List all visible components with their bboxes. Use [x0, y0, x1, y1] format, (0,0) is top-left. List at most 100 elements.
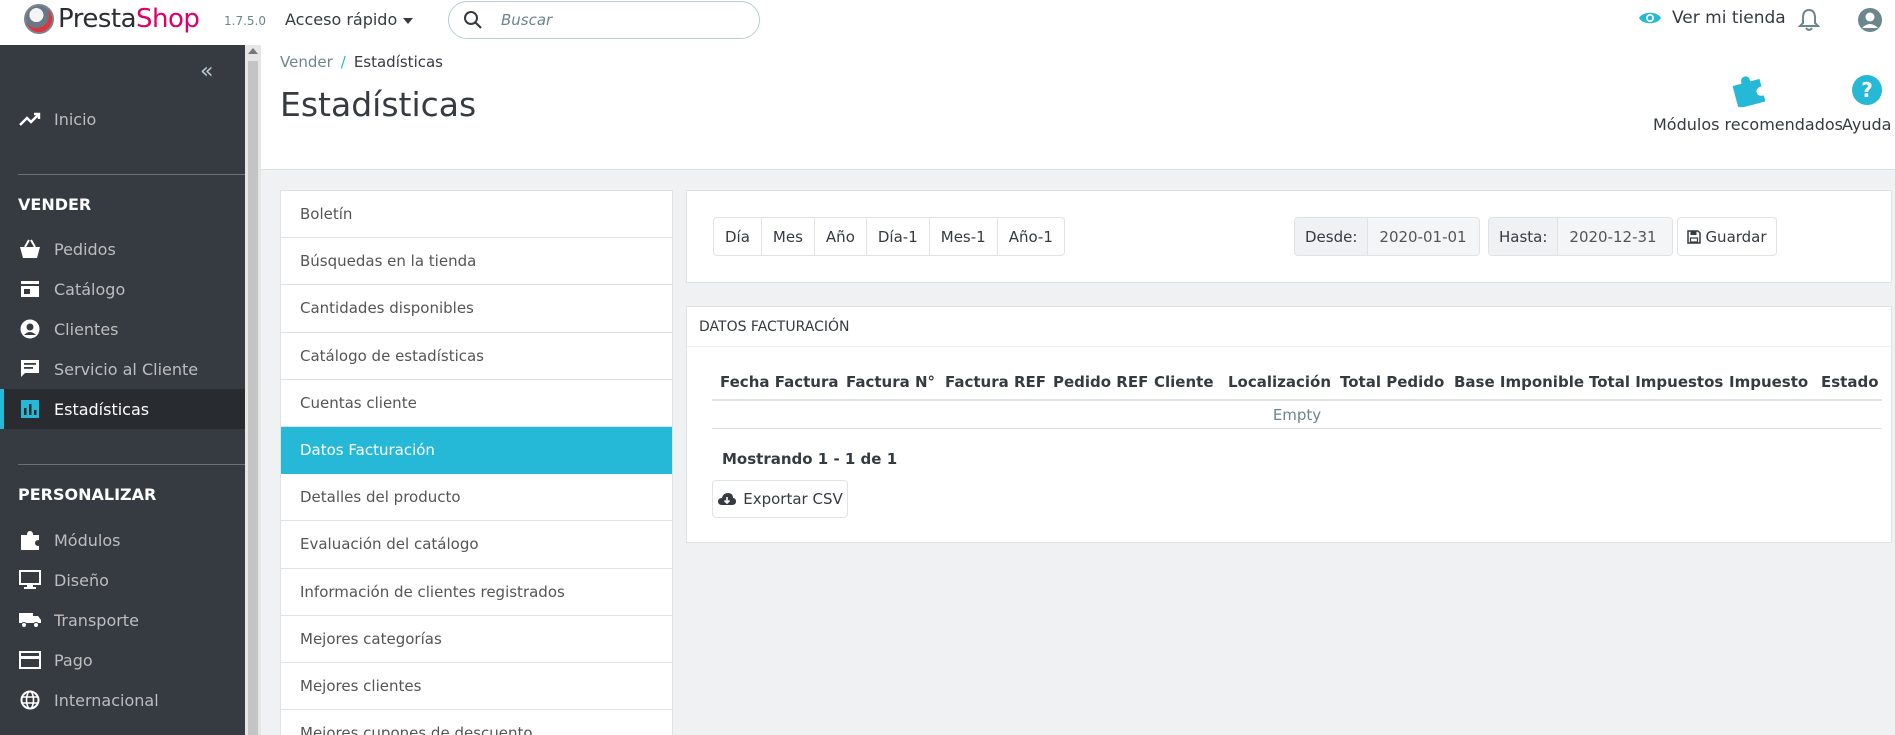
table-column-header: Pedido REF	[1053, 373, 1149, 391]
quick-access-dropdown[interactable]: Acceso rápido	[285, 10, 414, 29]
stats-list-item[interactable]: Cantidades disponibles	[281, 285, 672, 333]
chat-icon	[18, 357, 42, 381]
sidebar-item-servicio[interactable]: Servicio al Cliente	[0, 349, 245, 389]
period-button[interactable]: Mes	[760, 217, 815, 256]
search-box[interactable]	[448, 1, 760, 39]
date-from-field[interactable]: Desde: 2020-01-01	[1294, 217, 1481, 256]
sidebar-item-clientes[interactable]: Clientes	[0, 309, 245, 349]
page-header: Vender / Estadísticas Estadísticas Módulos…	[261, 45, 1895, 170]
breadcrumb-parent[interactable]: Vender	[280, 53, 333, 71]
view-store-link[interactable]: Ver mi tienda	[1638, 8, 1786, 28]
stats-list-item[interactable]: Detalles del producto	[281, 474, 672, 522]
sidebar-item-pago[interactable]: Pago	[0, 640, 245, 680]
puffin-logo-icon	[24, 4, 54, 34]
puzzle-icon	[1653, 73, 1843, 107]
sidebar-item-label: Catálogo	[54, 279, 126, 299]
sidebar-item-pedidos[interactable]: Pedidos	[0, 229, 245, 269]
period-button[interactable]: Día-1	[865, 217, 930, 256]
table-column-header: Total Impuestos	[1589, 373, 1724, 391]
sidebar: « Inicio VENDER Pedidos Catálogo Cliente…	[0, 45, 245, 735]
sidebar-item-estadisticas[interactable]: Estadísticas	[0, 389, 245, 429]
table-column-header: Total Pedido	[1340, 373, 1445, 391]
sidebar-item-catalogo[interactable]: Catálogo	[0, 269, 245, 309]
puzzle-icon	[18, 528, 42, 552]
sidebar-scrollbar[interactable]	[245, 45, 261, 735]
table-empty-row: Empty	[712, 401, 1882, 429]
notifications-bell-icon[interactable]	[1797, 8, 1821, 36]
save-button[interactable]: Guardar	[1677, 217, 1777, 256]
table-column-header: Base Imponible	[1454, 373, 1585, 391]
sidebar-item-label: Pedidos	[54, 239, 116, 259]
sidebar-item-modulos[interactable]: Módulos	[0, 520, 245, 560]
truck-icon	[18, 608, 42, 632]
section-personalizar: PERSONALIZAR	[18, 485, 157, 504]
table-column-header: Cliente	[1154, 373, 1214, 391]
save-label: Guardar	[1705, 227, 1767, 246]
date-to-field[interactable]: Hasta: 2020-12-31	[1488, 217, 1674, 256]
sidebar-item-label: Servicio al Cliente	[54, 359, 199, 379]
stats-list-item[interactable]: Cuentas cliente	[281, 380, 672, 427]
table-column-header: Factura REF	[945, 373, 1047, 391]
export-csv-button[interactable]: Exportar CSV	[712, 480, 848, 518]
sidebar-item-transporte[interactable]: Transporte	[0, 600, 245, 640]
sidebar-item-label: Módulos	[54, 530, 121, 550]
period-button[interactable]: Día	[713, 217, 762, 256]
user-account-icon[interactable]	[1857, 7, 1883, 37]
svg-text:?: ?	[1861, 78, 1873, 102]
eye-icon	[1639, 12, 1661, 24]
billing-data-panel: DATOS FACTURACIÓN Fecha Factura Factura N…	[686, 306, 1892, 543]
sidebar-item-label: Diseño	[54, 570, 109, 590]
period-button[interactable]: Mes-1	[928, 217, 998, 256]
brand-name: PrestaShop	[58, 4, 200, 34]
help-label: Ayuda	[1842, 115, 1892, 134]
recommended-modules-button[interactable]: Módulos recomendados	[1653, 73, 1843, 134]
sidebar-item-label: Pago	[54, 650, 93, 670]
stats-list-item[interactable]: Mejores cupones de descuento	[281, 710, 672, 735]
period-button[interactable]: Año	[813, 217, 867, 256]
help-button[interactable]: ? Ayuda	[1842, 73, 1891, 134]
stats-list-item[interactable]: Boletín	[281, 191, 672, 239]
date-to-label: Hasta:	[1489, 218, 1559, 255]
stats-list-item[interactable]: Evaluación del catálogo	[281, 521, 672, 569]
breadcrumb: Vender / Estadísticas	[280, 53, 443, 71]
date-from-input[interactable]: 2020-01-01	[1368, 218, 1480, 255]
stats-list-item[interactable]: Búsquedas en la tienda	[281, 238, 672, 286]
stats-list-item[interactable]: Catálogo de estadísticas	[281, 333, 672, 380]
sidebar-item-label: Inicio	[54, 109, 97, 129]
floppy-disk-icon	[1687, 229, 1702, 244]
prestashop-logo[interactable]: PrestaShop	[24, 4, 200, 34]
stats-list-item[interactable]: Información de clientes registrados	[281, 569, 672, 616]
scroll-up-icon[interactable]	[248, 48, 258, 54]
quick-access-label: Acceso rápido	[285, 10, 398, 29]
scrollbar-thumb[interactable]	[248, 61, 258, 735]
table-column-header: Estado	[1821, 373, 1879, 391]
stats-list-item[interactable]: Mejores categorías	[281, 616, 672, 663]
sidebar-item-label: Estadísticas	[54, 399, 150, 419]
date-range-panel: Día Mes Año Día-1 Mes-1 Año-1 Desde: 2020-01-…	[686, 190, 1892, 283]
pagination-summary: Mostrando 1 - 1 de 1	[722, 450, 898, 468]
shopping-basket-icon	[18, 237, 42, 261]
sidebar-item-internacional[interactable]: Internacional	[0, 680, 245, 720]
view-store-label: Ver mi tienda	[1672, 8, 1786, 28]
breadcrumb-separator: /	[340, 53, 346, 71]
panel-heading: DATOS FACTURACIÓN	[687, 307, 1891, 347]
period-button[interactable]: Año-1	[996, 217, 1065, 256]
stats-list-item[interactable]: Mejores clientes	[281, 663, 672, 711]
collapse-sidebar-icon[interactable]: «	[200, 59, 213, 84]
caret-down-icon	[403, 17, 414, 24]
sidebar-item-inicio[interactable]: Inicio	[0, 99, 245, 139]
bar-chart-icon	[18, 397, 42, 421]
sidebar-item-label: Transporte	[54, 610, 139, 630]
account-circle-icon	[18, 317, 42, 341]
sidebar-item-diseno[interactable]: Diseño	[0, 560, 245, 600]
stats-module-list: Boletín Búsquedas en la tienda Cantidades …	[280, 190, 673, 735]
search-input[interactable]	[501, 11, 721, 29]
table-column-header: Localización	[1228, 373, 1332, 391]
date-to-input[interactable]: 2020-12-31	[1558, 218, 1673, 255]
stats-list-item[interactable]: Datos Facturación	[281, 426, 672, 475]
credit-card-icon	[18, 648, 42, 672]
sidebar-divider	[18, 464, 245, 465]
search-icon[interactable]	[463, 10, 483, 30]
period-button-group: Día Mes Año Día-1 Mes-1 Año-1	[713, 217, 1065, 256]
store-icon	[18, 277, 42, 301]
